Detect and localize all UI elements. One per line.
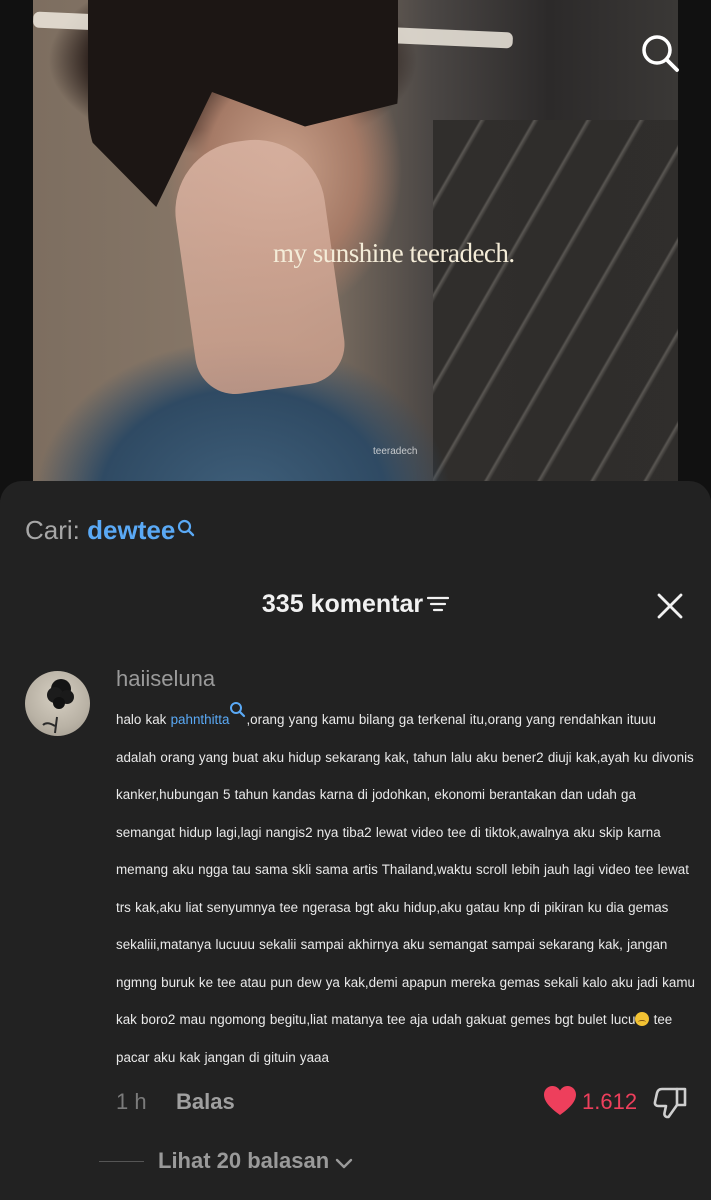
comment-text-body: ,orang yang kamu bilang ga terkenal itu,…	[116, 712, 695, 1027]
search-icon	[229, 695, 246, 733]
dislike-icon	[653, 1087, 687, 1119]
heart-icon	[544, 1086, 576, 1115]
rose-icon	[42, 679, 74, 734]
video-player[interactable]: my sunshine teeradech. teeradech	[0, 0, 711, 500]
emoji-icon	[635, 1012, 650, 1026]
video-caption: my sunshine teeradech.	[273, 238, 515, 268]
view-replies-label: Lihat 20 balasan	[158, 1148, 330, 1173]
comment-username[interactable]: haiiseluna	[116, 666, 215, 692]
search-suggestion-term[interactable]: dewtee	[87, 515, 175, 545]
search-icon	[177, 513, 195, 544]
video-frame[interactable]: my sunshine teeradech. teeradech	[33, 0, 678, 500]
comment-text: halo kak pahnthitta ,orang yang kamu bila…	[116, 701, 696, 1076]
comments-header: 335 komentar	[0, 590, 711, 620]
avatar[interactable]	[25, 671, 90, 736]
search-icon	[642, 35, 679, 72]
comment-text-start: halo kak	[116, 712, 171, 727]
search-button[interactable]	[640, 33, 680, 73]
search-suggestion-prefix: Cari:	[25, 515, 80, 545]
comment-count: 335 komentar	[261, 590, 424, 618]
close-icon	[657, 593, 683, 619]
video-watermark: teeradech	[373, 446, 418, 457]
sort-icon[interactable]	[426, 591, 450, 620]
like-count: 1.612	[582, 1089, 638, 1114]
dislike-button[interactable]	[653, 1085, 687, 1119]
like-button[interactable]	[543, 1085, 577, 1117]
reply-button[interactable]: Balas	[176, 1089, 235, 1115]
comment-time: 1 h	[116, 1089, 147, 1114]
close-button[interactable]	[656, 592, 684, 620]
chevron-down-icon	[335, 1149, 353, 1175]
search-suggestion[interactable]: Cari: dewtee	[25, 515, 195, 546]
comment-mention[interactable]: pahnthitta	[171, 712, 230, 727]
view-replies-button[interactable]: Lihat 20 balasan	[158, 1148, 353, 1175]
replies-divider	[99, 1161, 144, 1162]
